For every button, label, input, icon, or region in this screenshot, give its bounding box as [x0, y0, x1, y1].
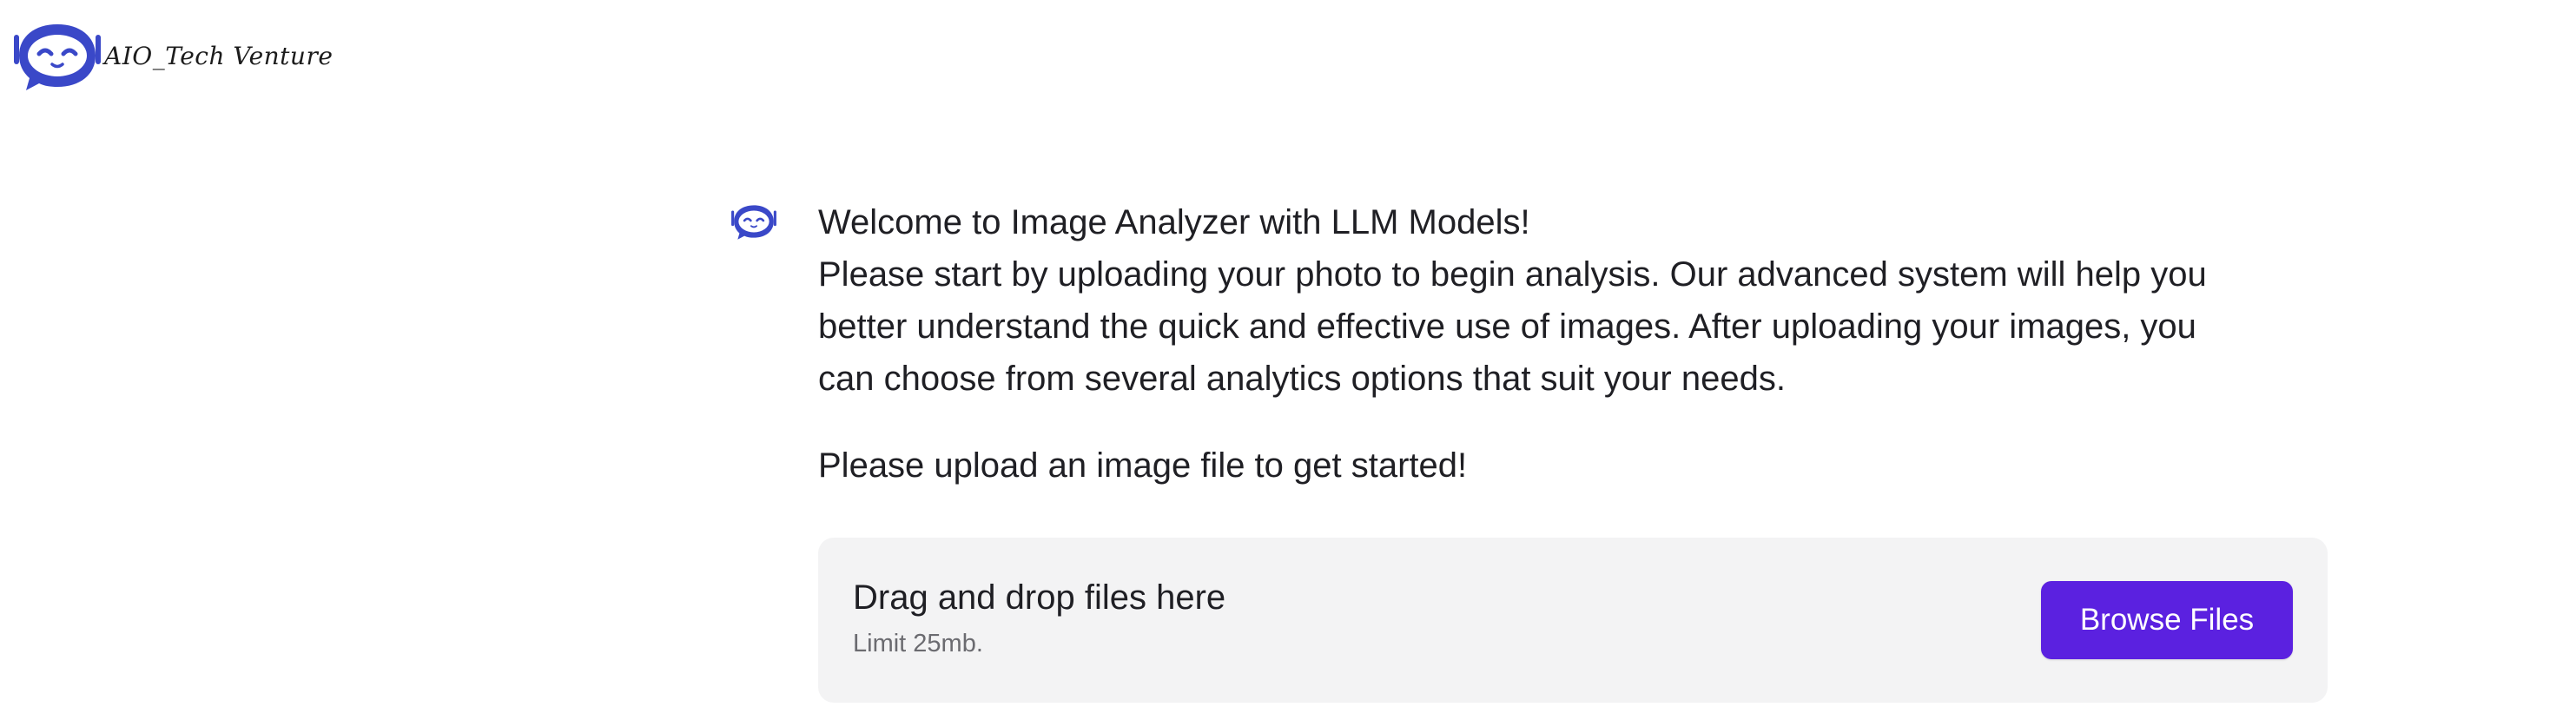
brand[interactable]: AIO_Tech Venture	[10, 19, 333, 92]
file-size-limit: Limit 25mb.	[853, 630, 983, 657]
app-page: AIO_Tech Venture Welcome to Image Analyz…	[0, 0, 2576, 707]
robot-chat-icon	[14, 24, 101, 90]
description-line: Please start by uploading your photo to …	[818, 255, 2207, 294]
message-body: Welcome to Image Analyzer with LLM Model…	[818, 196, 2312, 492]
upload-prompt: Please upload an image file to get start…	[818, 446, 1468, 485]
welcome-line: Welcome to Image Analyzer with LLM Model…	[818, 203, 1530, 241]
dropzone-title: Drag and drop files here	[853, 578, 1226, 617]
description-line: better understand the quick and effectiv…	[818, 307, 2196, 346]
file-dropzone[interactable]: Drag and drop files here Limit 25mb. Bro…	[818, 538, 2328, 703]
brand-name: AIO_Tech Venture	[104, 41, 334, 70]
welcome-paragraph: Welcome to Image Analyzer with LLM Model…	[818, 196, 2312, 405]
browse-files-button[interactable]: Browse Files	[2041, 581, 2293, 659]
robot-chat-icon	[731, 205, 776, 240]
description-line: can choose from several analytics option…	[818, 360, 1786, 398]
